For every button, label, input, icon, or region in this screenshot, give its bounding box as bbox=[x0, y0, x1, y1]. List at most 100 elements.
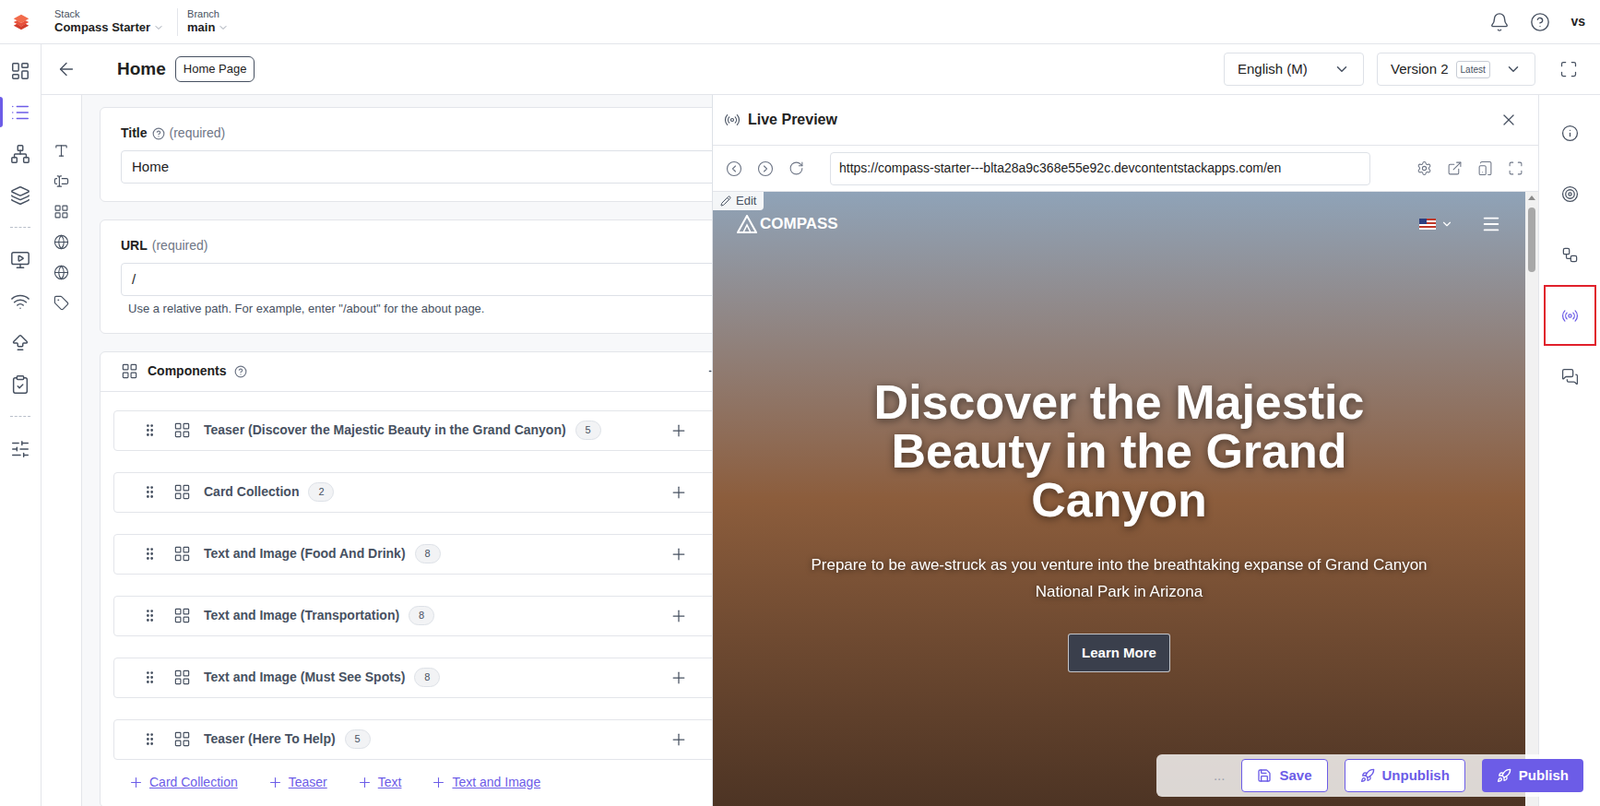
learn-more-button[interactable]: Learn More bbox=[1067, 633, 1171, 674]
chevron-down-icon bbox=[1440, 217, 1454, 231]
field-rail bbox=[41, 94, 83, 806]
field-type-icon[interactable] bbox=[53, 264, 70, 281]
component-row[interactable]: Teaser (Here To Help)5 bbox=[113, 719, 712, 760]
drag-handle-icon[interactable] bbox=[142, 731, 158, 747]
drag-handle-icon[interactable] bbox=[142, 422, 158, 439]
back-icon[interactable] bbox=[725, 160, 743, 178]
component-row[interactable]: Text and Image (Transportation)8 bbox=[113, 595, 712, 637]
nav-item[interactable] bbox=[0, 132, 41, 175]
nav-item[interactable] bbox=[0, 363, 41, 405]
unpublish-icon bbox=[1360, 768, 1375, 783]
nav-icon bbox=[10, 249, 31, 271]
locale-flag[interactable] bbox=[1419, 217, 1454, 231]
live-preview-panel: Live Previewhttps://compass-starter---bl… bbox=[711, 94, 1539, 806]
help-icon[interactable] bbox=[234, 365, 248, 379]
help-icon[interactable] bbox=[152, 127, 166, 141]
stack-selector[interactable]: StackCompass Starter bbox=[41, 8, 178, 36]
add-component-button[interactable]: Text bbox=[356, 772, 403, 793]
component-row[interactable]: Text and Image (Must See Spots)8 bbox=[113, 657, 712, 699]
fullscreen-icon[interactable] bbox=[1559, 59, 1578, 79]
component-row[interactable]: Teaser (Discover the Majestic Beauty in … bbox=[113, 410, 712, 451]
nav-item[interactable] bbox=[0, 427, 41, 470]
drag-handle-icon[interactable] bbox=[142, 545, 158, 562]
add-component-button[interactable]: Card Collection bbox=[128, 772, 238, 793]
preview-url-field[interactable]: https://compass-starter---blta28a9c368e5… bbox=[829, 152, 1371, 186]
fullscreen-icon[interactable] bbox=[1507, 160, 1524, 177]
right-rail bbox=[1538, 94, 1600, 806]
hamburger-icon[interactable] bbox=[1481, 213, 1502, 235]
open-external-icon[interactable] bbox=[1446, 160, 1463, 177]
close-icon[interactable] bbox=[1499, 110, 1518, 130]
nav-icon bbox=[10, 143, 31, 165]
add-icon[interactable] bbox=[669, 668, 688, 688]
add-icon[interactable] bbox=[669, 545, 688, 564]
more-actions[interactable]: ... bbox=[1213, 765, 1226, 787]
site-logo[interactable]: COMPASS bbox=[736, 212, 839, 237]
add-icon[interactable] bbox=[669, 483, 688, 502]
locale-dropdown[interactable]: English (M) bbox=[1223, 52, 1364, 86]
nav-item[interactable] bbox=[0, 321, 41, 364]
scrollbar-thumb[interactable] bbox=[1528, 207, 1536, 273]
drag-handle-icon[interactable] bbox=[142, 484, 158, 500]
field-type-icon[interactable] bbox=[53, 142, 70, 159]
help-icon[interactable] bbox=[1529, 11, 1551, 33]
publish-button[interactable]: Publish bbox=[1481, 758, 1584, 793]
field-type-icon[interactable] bbox=[53, 234, 70, 250]
top-bar: StackCompass StarterBranchmain vs bbox=[0, 0, 1600, 45]
app: StackCompass StarterBranchmain vs Home Home… bbox=[0, 0, 1600, 806]
count-badge: 8 bbox=[414, 544, 441, 564]
preview-scrollbar[interactable] bbox=[1525, 191, 1539, 806]
right-rail-item[interactable] bbox=[1543, 284, 1597, 346]
contentstack-logo-icon[interactable] bbox=[11, 11, 32, 33]
url-field-card: URL(required)/Use a relative path. For e… bbox=[99, 219, 712, 334]
title-field-card: Title(required)Home bbox=[99, 106, 712, 202]
component-row[interactable]: Text and Image (Food And Drink)8 bbox=[113, 533, 712, 575]
field-type-icon[interactable] bbox=[53, 173, 70, 190]
branch-selector[interactable]: Branchmain bbox=[177, 8, 229, 36]
add-component-button[interactable]: Text and Image bbox=[430, 772, 541, 793]
add-icon[interactable] bbox=[669, 606, 688, 626]
bell-icon[interactable] bbox=[1489, 11, 1510, 33]
right-rail-item[interactable] bbox=[1543, 345, 1597, 407]
right-rail-item[interactable] bbox=[1543, 163, 1597, 225]
drag-handle-icon[interactable] bbox=[142, 607, 158, 624]
add-component-button[interactable]: Teaser bbox=[267, 772, 328, 793]
save-button[interactable]: Save bbox=[1241, 758, 1328, 793]
reload-icon[interactable] bbox=[788, 160, 805, 177]
nav-icon bbox=[10, 332, 31, 354]
edit-button[interactable]: Edit bbox=[712, 191, 764, 211]
add-icon[interactable] bbox=[669, 421, 688, 440]
forward-icon[interactable] bbox=[757, 160, 774, 178]
right-rail-item[interactable] bbox=[1543, 224, 1597, 285]
add-icon[interactable] bbox=[669, 730, 688, 749]
field-type-icon[interactable] bbox=[53, 295, 70, 311]
back-arrow-icon[interactable] bbox=[56, 59, 77, 80]
component-row[interactable]: Card Collection2 bbox=[113, 472, 712, 513]
hero-heading: Discover the Majestic Beauty in the Gran… bbox=[833, 378, 1406, 525]
count-badge: 8 bbox=[414, 667, 440, 688]
nav-item[interactable] bbox=[0, 91, 41, 133]
drag-handle-icon[interactable] bbox=[142, 669, 158, 686]
settings-icon[interactable] bbox=[1416, 160, 1433, 177]
nav-item[interactable] bbox=[0, 280, 41, 322]
component-icon bbox=[173, 545, 191, 563]
nav-item[interactable] bbox=[0, 49, 41, 92]
url-input[interactable]: / bbox=[120, 262, 712, 297]
nav-icon bbox=[10, 60, 31, 82]
right-rail-item[interactable] bbox=[1543, 102, 1597, 164]
unpublish-button[interactable]: Unpublish bbox=[1344, 758, 1466, 793]
nav-item[interactable] bbox=[0, 174, 41, 216]
chevron-down-icon bbox=[1333, 60, 1351, 78]
preview-page: EditCOMPASS Discover the Majestic Beauty … bbox=[712, 191, 1526, 806]
plus-icon bbox=[267, 774, 284, 791]
nav-icon bbox=[10, 374, 31, 395]
version-dropdown[interactable]: Version 2Latest bbox=[1376, 52, 1536, 86]
action-bar: ... Save Unpublish Publish bbox=[1156, 754, 1600, 797]
component-icon bbox=[173, 730, 191, 748]
device-icon[interactable] bbox=[1477, 160, 1494, 177]
entry-title: Home bbox=[117, 56, 166, 83]
user-avatar[interactable]: vs bbox=[1570, 11, 1586, 32]
nav-item[interactable] bbox=[0, 238, 41, 281]
title-input[interactable]: Home bbox=[120, 150, 712, 184]
field-type-icon[interactable] bbox=[53, 203, 70, 220]
